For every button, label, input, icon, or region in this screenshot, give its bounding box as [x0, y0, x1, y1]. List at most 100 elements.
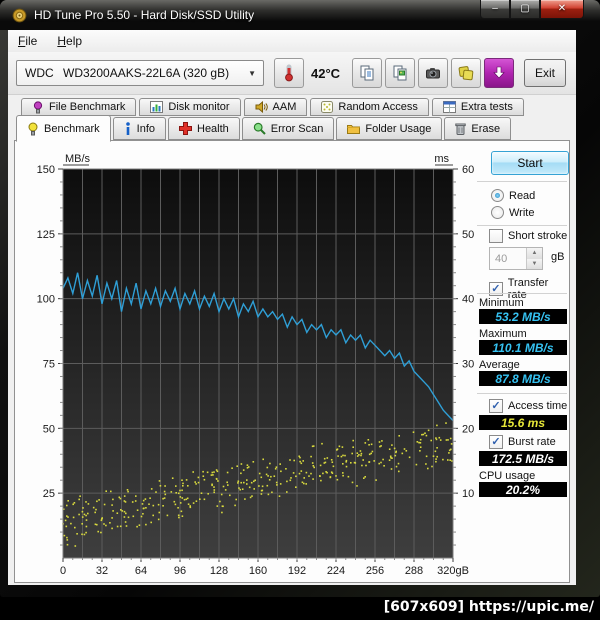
- copy-image-button[interactable]: [385, 58, 415, 88]
- speaker-icon: [255, 101, 268, 113]
- access-time-point: [85, 501, 87, 503]
- burst-rate-checkbox[interactable]: ✓: [489, 435, 503, 449]
- write-label: Write: [509, 207, 534, 219]
- read-radio-row[interactable]: Read: [491, 189, 535, 202]
- tab-extra-tests[interactable]: Extra tests: [432, 98, 524, 116]
- access-time-point: [447, 459, 449, 461]
- access-time-point: [436, 447, 438, 449]
- access-time-point: [313, 465, 315, 467]
- access-time-point: [337, 455, 339, 457]
- access-time-point: [100, 532, 102, 534]
- access-time-point: [290, 477, 292, 479]
- write-radio-row[interactable]: Write: [491, 206, 534, 219]
- access-time-point: [223, 486, 225, 488]
- tab-health[interactable]: Health: [168, 117, 240, 140]
- tab-benchmark[interactable]: Benchmark: [16, 115, 111, 142]
- close-button[interactable]: ✕: [540, 0, 584, 19]
- spinner-arrows[interactable]: ▲▼: [526, 248, 542, 269]
- access-time-point: [341, 456, 343, 458]
- save-button[interactable]: [451, 58, 481, 88]
- spin-up-icon[interactable]: ▲: [527, 248, 542, 259]
- access-time-point: [262, 486, 264, 488]
- access-time-point: [85, 515, 87, 517]
- access-time-point: [302, 460, 304, 462]
- short-stroke-checkbox[interactable]: [489, 229, 503, 243]
- access-time-point: [270, 476, 272, 478]
- burst-rate-row[interactable]: ✓ Burst rate: [489, 435, 556, 449]
- access-time-point: [238, 481, 240, 483]
- access-time-point: [332, 472, 334, 474]
- access-time-point: [312, 478, 314, 480]
- access-time-point: [217, 480, 219, 482]
- access-time-point: [378, 463, 380, 465]
- access-time-point: [368, 439, 370, 441]
- start-button[interactable]: Start: [491, 151, 569, 175]
- access-time-point: [342, 455, 344, 457]
- access-time-point: [216, 478, 218, 480]
- axis-tick-label: 160: [249, 565, 267, 577]
- drive-select[interactable]: WDC WD3200AAKS-22L6A (320 gB) ▼: [16, 60, 264, 86]
- access-time-point: [211, 484, 213, 486]
- write-radio[interactable]: [491, 206, 504, 219]
- access-time-point: [193, 502, 195, 504]
- maximum-value: 110.1 MB/s: [479, 340, 567, 355]
- short-stroke-row[interactable]: Short stroke: [489, 229, 567, 243]
- access-time-point: [122, 510, 124, 512]
- access-time-point: [207, 493, 209, 495]
- access-time-point: [74, 502, 76, 504]
- access-time-point: [79, 495, 81, 497]
- tab-info[interactable]: Info: [113, 117, 166, 140]
- access-time-point: [365, 465, 367, 467]
- download-results-button[interactable]: [484, 58, 514, 88]
- window-title: HD Tune Pro 5.50 - Hard Disk/SSD Utility: [34, 8, 254, 22]
- access-time-point: [286, 481, 288, 483]
- access-time-point: [182, 483, 184, 485]
- thermometer-icon: [281, 64, 297, 82]
- access-time-point: [186, 479, 188, 481]
- axis-tick-label: 50: [43, 423, 55, 435]
- access-time-point: [279, 495, 281, 497]
- access-time-row[interactable]: ✓ Access time: [489, 399, 567, 413]
- spinner-value: 40: [490, 248, 526, 269]
- exit-button[interactable]: Exit: [524, 59, 566, 87]
- screenshot-button[interactable]: [418, 58, 448, 88]
- access-time-point: [158, 504, 160, 506]
- axis-tick-label: 96: [174, 565, 186, 577]
- access-time-point: [214, 489, 216, 491]
- access-time-point: [195, 483, 197, 485]
- access-time-point: [162, 498, 164, 500]
- window-controls: – ▢ ✕: [480, 0, 584, 19]
- access-time-point: [342, 472, 344, 474]
- access-time-point: [331, 459, 333, 461]
- menu-file[interactable]: File: [18, 34, 37, 48]
- tab-error-scan[interactable]: Error Scan: [242, 117, 335, 140]
- temperature-button[interactable]: [274, 58, 304, 88]
- tab-random-access[interactable]: Random Access: [310, 98, 428, 116]
- client-area: File Help WDC WD3200AAKS-22L6A (320 gB) …: [8, 30, 576, 585]
- access-time-point: [143, 508, 145, 510]
- maximize-button[interactable]: ▢: [510, 0, 540, 19]
- menu-help[interactable]: Help: [57, 34, 82, 48]
- short-stroke-spinner[interactable]: 40 ▲▼: [489, 247, 543, 270]
- minimize-button[interactable]: –: [480, 0, 510, 19]
- access-time-point: [109, 522, 111, 524]
- access-time-checkbox[interactable]: ✓: [489, 399, 503, 413]
- access-time-point: [239, 489, 241, 491]
- access-time-point: [357, 452, 359, 454]
- access-time-point: [246, 479, 248, 481]
- tab-folder-usage[interactable]: Folder Usage: [336, 117, 442, 140]
- access-time-point: [207, 472, 209, 474]
- tab-erase[interactable]: Erase: [444, 117, 511, 140]
- tab-aam[interactable]: AAM: [244, 98, 308, 116]
- access-time-point: [330, 476, 332, 478]
- access-time-point: [111, 504, 113, 506]
- tab-file-benchmark[interactable]: File Benchmark: [21, 98, 136, 116]
- access-time-point: [184, 499, 186, 501]
- access-time-point: [125, 501, 127, 503]
- tab-disk-monitor[interactable]: Disk monitor: [139, 98, 240, 116]
- access-time-point: [435, 461, 437, 463]
- read-radio[interactable]: [491, 189, 504, 202]
- copy-text-button[interactable]: [352, 58, 382, 88]
- spin-down-icon[interactable]: ▼: [527, 259, 542, 270]
- access-time-point: [337, 479, 339, 481]
